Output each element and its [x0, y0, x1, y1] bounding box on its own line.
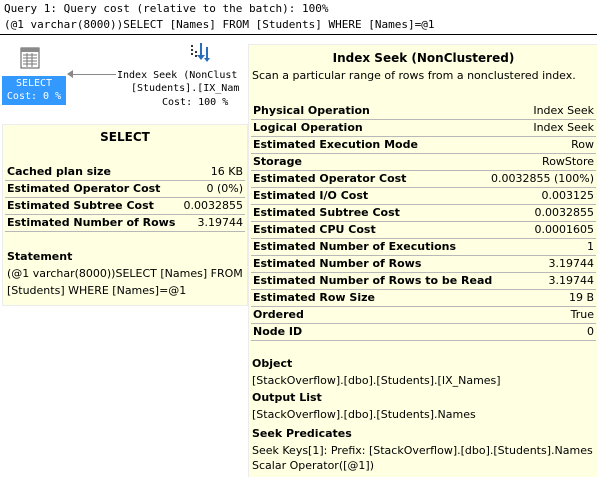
seek-tooltip-title: Index Seek (NonClustered) [332, 51, 515, 65]
row-key: Ordered [253, 308, 304, 321]
row-key: Estimated Number of Rows to be Read [253, 274, 493, 287]
row-value: 3.19744 [548, 274, 595, 287]
query-text: (@1 varchar(8000))SELECT [Names] FROM [S… [4, 18, 435, 31]
tooltip-row: Logical Operation Index Seek [251, 119, 596, 137]
row-key: Estimated Row Size [253, 291, 375, 304]
seek-predicates-line1: Seek Keys[1]: Prefix: [StackOverflow].[d… [252, 444, 597, 457]
row-value: 0.0032855 (100%) [490, 172, 594, 185]
tooltip-row: Cached plan size 16 KB [5, 163, 245, 181]
seek-predicates-label: Seek Predicates [252, 427, 352, 440]
tooltip-row: Ordered True [251, 306, 596, 324]
tooltip-row: Storage RowStore [251, 153, 596, 171]
statement-text-line1: (@1 varchar(8000))SELECT [Names] FROM [7, 267, 243, 280]
row-value: 3.19744 [548, 257, 595, 270]
query-cost-header: Query 1: Query cost (relative to the bat… [4, 2, 329, 15]
row-key: Estimated Execution Mode [253, 138, 418, 151]
row-key: Logical Operation [253, 121, 363, 134]
header-divider [0, 34, 597, 35]
statement-label: Statement [7, 250, 73, 263]
row-key: Estimated Operator Cost [253, 172, 407, 185]
row-key: Storage [253, 155, 302, 168]
tooltip-row: Estimated Number of Rows 3.19744 [251, 255, 596, 273]
tooltip-row: Estimated Subtree Cost 0.0032855 [5, 197, 245, 215]
row-value: True [570, 308, 594, 321]
statement-text-line2: [Students] WHERE [Names]=@1 [7, 284, 187, 297]
row-key: Estimated CPU Cost [253, 223, 376, 236]
row-value: 3.19744 [197, 216, 244, 229]
tooltip-row: Estimated Operator Cost 0.0032855 (100%) [251, 170, 596, 188]
row-key: Estimated Number of Executions [253, 240, 457, 253]
row-value: 0.003125 [541, 189, 595, 202]
row-key: Estimated Number of Rows [7, 216, 176, 229]
plan-connector [68, 74, 116, 75]
tooltip-row: Estimated Operator Cost 0 (0%) [5, 180, 245, 198]
row-value: 1 [587, 240, 594, 253]
seek-node-object: [Students].[IX_Nam [131, 83, 240, 94]
select-result-icon[interactable] [20, 47, 40, 69]
row-value: 0.0001605 [534, 223, 595, 236]
select-tooltip-title: SELECT [100, 130, 150, 144]
object-label: Object [252, 357, 293, 370]
row-value: Index Seek [533, 104, 594, 117]
tooltip-row: Estimated Execution Mode Row [251, 136, 596, 154]
tooltip-row: Estimated Row Size 19 B [251, 289, 596, 307]
index-seek-tooltip: Index Seek (NonClustered) Scan a particu… [248, 44, 597, 477]
output-list-label: Output List [252, 391, 322, 404]
row-value: 19 B [568, 291, 594, 304]
seek-predicates-line2: Scalar Operator([@1]) [252, 459, 374, 472]
tooltip-row: Estimated Number of Rows 3.19744 [5, 214, 245, 232]
row-value: Row [571, 138, 594, 151]
index-seek-icon[interactable] [188, 41, 212, 69]
plan-connector-arrow [67, 70, 73, 78]
select-tooltip: SELECT Cached plan size 16 KB Estimated … [2, 124, 248, 306]
tooltip-row: Estimated Number of Rows to be Read 3.197… [251, 272, 596, 290]
row-key: Estimated Subtree Cost [7, 199, 154, 212]
row-key: Estimated Operator Cost [7, 182, 161, 195]
row-key: Estimated I/O Cost [253, 189, 369, 202]
row-value: 0 [587, 325, 594, 338]
row-value: Index Seek [533, 121, 594, 134]
select-node-title: SELECT [15, 78, 53, 89]
select-node-cost: Cost: 0 % [6, 91, 62, 102]
select-node-label[interactable]: SELECT Cost: 0 % [2, 76, 66, 105]
row-value: 0 (0%) [206, 182, 243, 195]
seek-node-cost: Cost: 100 % [162, 97, 229, 108]
row-key: Physical Operation [253, 104, 370, 117]
tooltip-row: Estimated I/O Cost 0.003125 [251, 187, 596, 205]
row-key: Estimated Number of Rows [253, 257, 422, 270]
tooltip-row: Estimated Number of Executions 1 [251, 238, 596, 256]
row-value: RowStore [542, 155, 594, 168]
tooltip-row: Estimated CPU Cost 0.0001605 [251, 221, 596, 239]
row-value: 0.0032855 [183, 199, 244, 212]
row-key: Estimated Subtree Cost [253, 206, 400, 219]
row-value: 16 KB [210, 165, 243, 178]
row-key: Node ID [253, 325, 303, 338]
tooltip-row: Node ID 0 [251, 323, 596, 341]
object-value: [StackOverflow].[dbo].[Students].[IX_Nam… [252, 374, 501, 387]
tooltip-row: Estimated Subtree Cost 0.0032855 [251, 204, 596, 222]
seek-tooltip-description: Scan a particular range of rows from a n… [252, 69, 576, 82]
seek-node-name: Index Seek (NonClust [117, 70, 238, 81]
row-value: 0.0032855 [534, 206, 595, 219]
output-list-value: [StackOverflow].[dbo].[Students].Names [252, 408, 476, 421]
tooltip-row: Physical Operation Index Seek [251, 102, 596, 120]
row-key: Cached plan size [7, 165, 111, 178]
